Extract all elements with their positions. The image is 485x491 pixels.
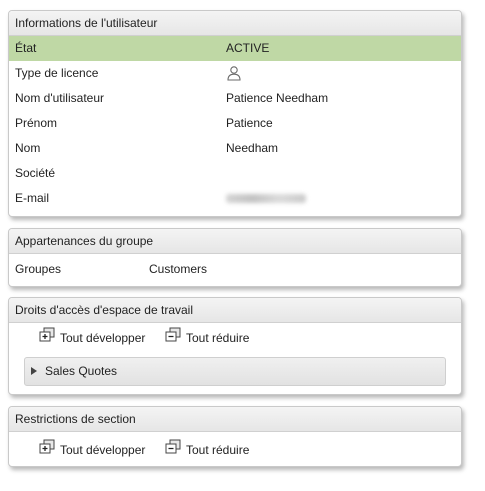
email-value-redacted bbox=[226, 186, 306, 212]
section-collapse-all-label: Tout réduire bbox=[186, 443, 250, 457]
workspace-item-sales-quotes[interactable]: Sales Quotes bbox=[24, 357, 446, 386]
last-name-label: Nom bbox=[15, 141, 41, 155]
workspace-expand-all-label: Tout développer bbox=[60, 331, 146, 345]
section-restrictions-header: Restrictions de section bbox=[9, 407, 461, 432]
expand-all-icon bbox=[39, 437, 55, 463]
row-last-name: Nom Needham bbox=[9, 136, 461, 161]
groups-value: Customers bbox=[149, 262, 208, 276]
first-name-value: Patience bbox=[226, 116, 273, 130]
row-company: Société bbox=[9, 161, 461, 186]
row-status: État ACTIVE bbox=[9, 36, 461, 61]
row-license-type: Type de licence bbox=[9, 61, 461, 86]
status-value: ACTIVE bbox=[226, 41, 270, 55]
user-info-panel: Informations de l'utilisateur État ACTIV… bbox=[8, 10, 462, 217]
expand-arrow-icon bbox=[31, 366, 37, 375]
username-label: Nom d'utilisateur bbox=[15, 91, 104, 105]
workspace-collapse-all-label: Tout réduire bbox=[186, 331, 250, 345]
section-collapse-all-button[interactable]: Tout réduire bbox=[165, 437, 249, 463]
status-label: État bbox=[15, 41, 37, 55]
section-expand-all-label: Tout développer bbox=[60, 443, 146, 457]
first-name-label: Prénom bbox=[15, 116, 58, 130]
row-groups: Groupes Customers bbox=[9, 254, 461, 284]
section-actions: Tout développer Tout réduire bbox=[9, 437, 461, 463]
expand-all-icon bbox=[39, 325, 55, 351]
group-header: Appartenances du groupe bbox=[9, 229, 461, 254]
username-value: Patience Needham bbox=[226, 91, 329, 105]
workspace-panel: Droits d'accès d'espace de travail Tout … bbox=[8, 297, 462, 395]
row-email: E-mail bbox=[9, 186, 461, 211]
row-username: Nom d'utilisateur Patience Needham bbox=[9, 86, 461, 111]
groups-label: Groupes bbox=[15, 262, 62, 276]
company-label: Société bbox=[15, 166, 56, 180]
collapse-all-icon bbox=[165, 437, 181, 463]
workspace-expand-all-button[interactable]: Tout développer bbox=[39, 325, 145, 351]
group-panel: Appartenances du groupe Groupes Customer… bbox=[8, 228, 462, 287]
section-expand-all-button[interactable]: Tout développer bbox=[39, 437, 145, 463]
workspace-actions: Tout développer Tout réduire bbox=[9, 325, 461, 351]
collapse-all-icon bbox=[165, 325, 181, 351]
last-name-value: Needham bbox=[226, 141, 279, 155]
row-first-name: Prénom Patience bbox=[9, 111, 461, 136]
section-restrictions-panel: Restrictions de section Tout développer … bbox=[8, 406, 462, 467]
email-label: E-mail bbox=[15, 191, 50, 205]
user-icon bbox=[226, 65, 242, 84]
license-type-label: Type de licence bbox=[15, 66, 99, 80]
user-info-header: Informations de l'utilisateur bbox=[9, 11, 461, 36]
workspace-header: Droits d'accès d'espace de travail bbox=[9, 298, 461, 323]
workspace-item-label: Sales Quotes bbox=[45, 364, 118, 378]
workspace-collapse-all-button[interactable]: Tout réduire bbox=[165, 325, 249, 351]
